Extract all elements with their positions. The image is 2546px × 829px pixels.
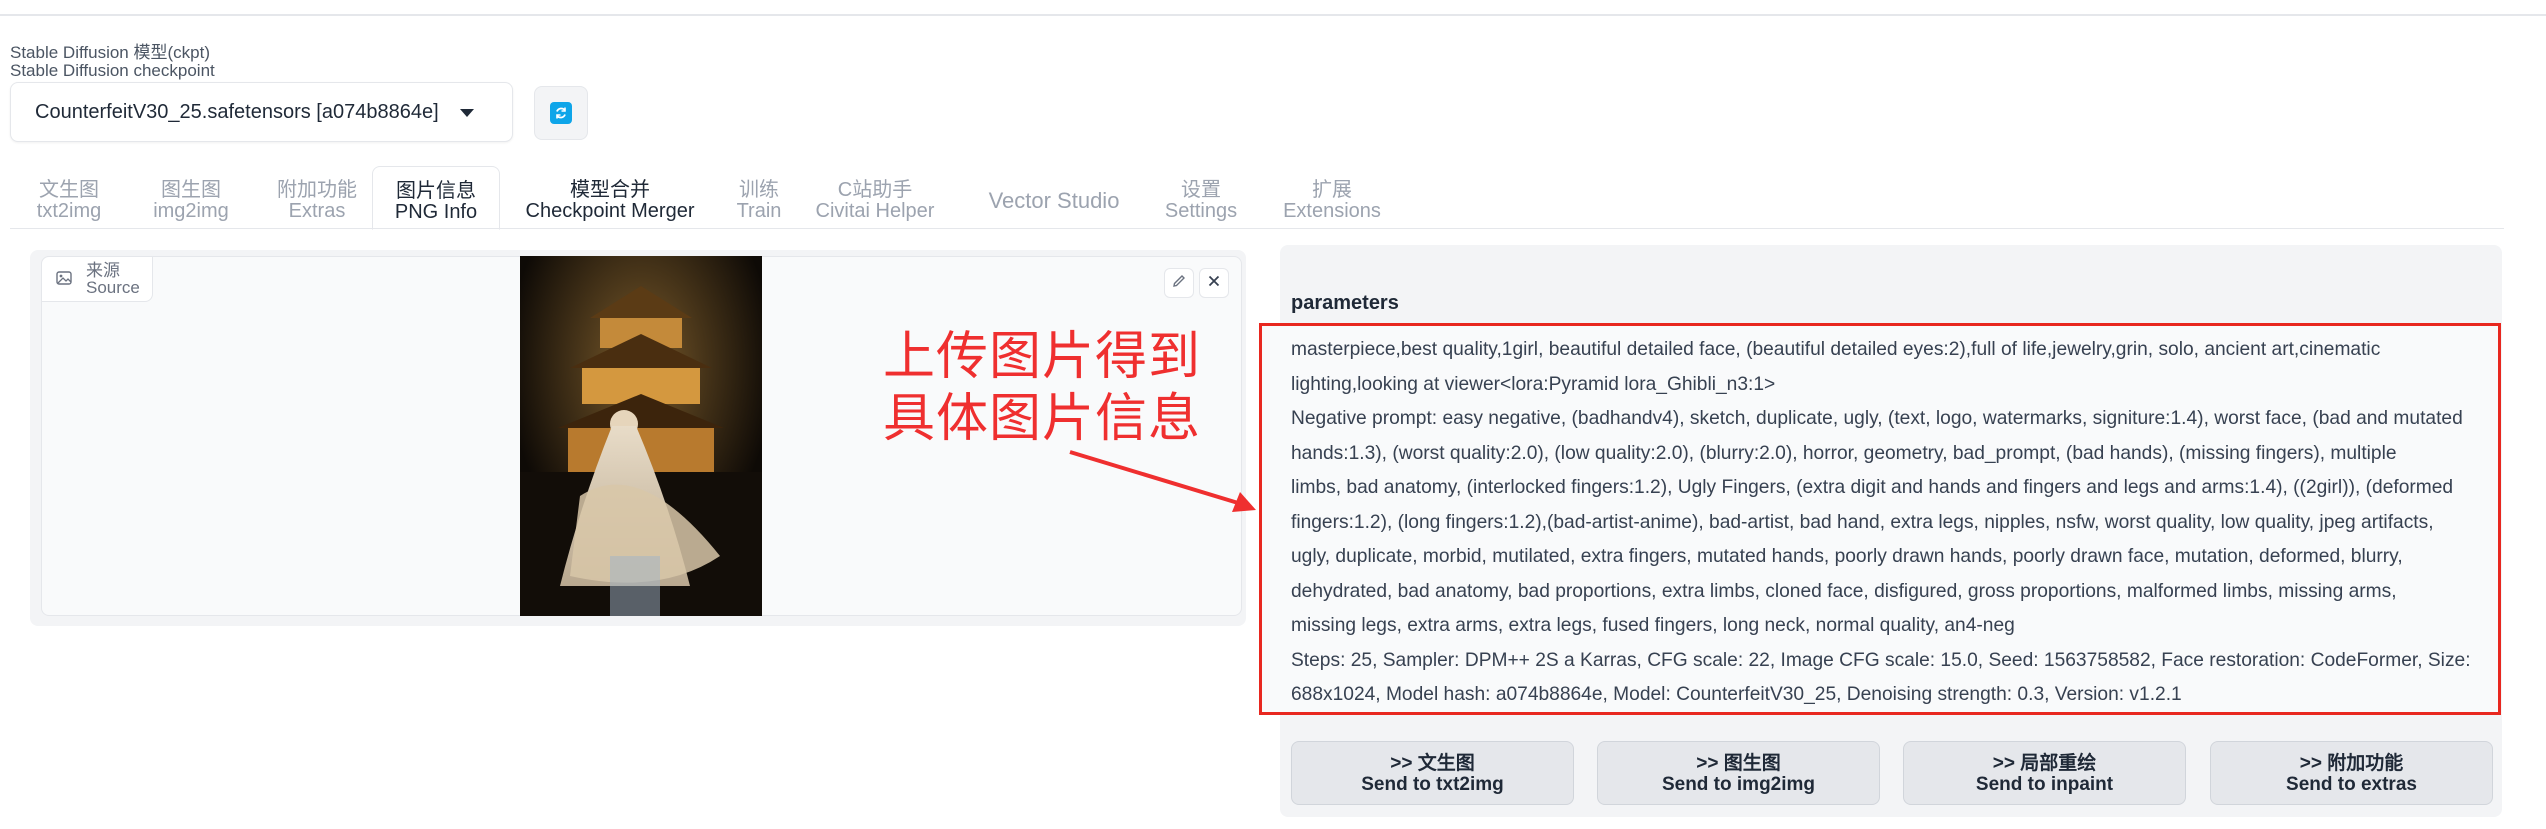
tab-checkpoint-merger[interactable]: 模型合并 Checkpoint Merger	[514, 166, 706, 228]
parameters-line: Steps: 25, Sampler: DPM++ 2S a Karras, C…	[1291, 649, 2471, 671]
chevron-down-icon	[460, 109, 474, 117]
top-divider	[0, 0, 2546, 16]
button-label-zh: >> 文生图	[1390, 753, 1475, 774]
tab-img2img[interactable]: 图生图 img2img	[141, 166, 241, 228]
tabs-divider	[10, 228, 2504, 229]
tab-label-en: Extras	[288, 200, 346, 222]
annotation-line-1: 上传图片得到	[883, 327, 1202, 387]
parameters-line: fingers:1.2), (long fingers:1.2),(bad-ar…	[1291, 511, 2434, 533]
clear-image-button[interactable]	[1199, 268, 1229, 298]
source-zh: 来源	[86, 261, 120, 280]
checkpoint-label-zh: Stable Diffusion 模型(ckpt)	[10, 43, 210, 62]
tab-settings[interactable]: 设置 Settings	[1156, 166, 1246, 228]
tab-label-zh: 设置	[1181, 179, 1221, 201]
tab-label-en: img2img	[153, 200, 229, 222]
parameters-line: 688x1024, Model hash: a074b8864e, Model:…	[1291, 684, 2182, 705]
tab-label: Vector Studio	[988, 188, 1120, 213]
tab-civitai-helper[interactable]: C站助手 Civitai Helper	[810, 166, 940, 228]
parameters-line: dehydrated, bad anatomy, bad proportions…	[1291, 580, 2397, 602]
button-label-zh: >> 图生图	[1696, 753, 1781, 774]
tab-label-zh: 扩展	[1312, 179, 1352, 201]
button-label-zh: >> 附加功能	[2299, 753, 2404, 774]
tab-label-en: Checkpoint Merger	[525, 200, 695, 222]
parameters-line: lighting,looking at viewer<lora:Pyramid …	[1291, 373, 1776, 395]
uploaded-image	[520, 256, 762, 616]
tab-label-zh: 附加功能	[277, 179, 357, 201]
checkpoint-label-en: Stable Diffusion checkpoint	[10, 61, 215, 80]
refresh-icon	[550, 102, 572, 124]
pencil-icon	[1171, 273, 1187, 294]
checkpoint-dropdown[interactable]: CounterfeitV30_25.safetensors [a074b8864…	[10, 82, 513, 142]
checkpoint-label: Stable Diffusion 模型(ckpt) Stable Diffusi…	[10, 44, 215, 80]
checkpoint-selected-value: CounterfeitV30_25.safetensors [a074b8864…	[35, 100, 439, 123]
tab-png-info[interactable]: 图片信息 PNG Info	[372, 166, 500, 230]
parameters-line: hands:1.3), (worst quality:2.0), (low qu…	[1291, 442, 2397, 464]
tab-txt2img[interactable]: 文生图 txt2img	[24, 166, 114, 228]
button-label-en: Send to txt2img	[1361, 774, 1504, 795]
tab-label-zh: 图生图	[161, 179, 221, 201]
button-label-zh: >> 局部重绘	[1992, 753, 2097, 774]
tab-vector-studio[interactable]: Vector Studio	[964, 166, 1144, 228]
tab-train[interactable]: 训练 Train	[724, 166, 794, 228]
send-to-txt2img-button[interactable]: >> 文生图 Send to txt2img	[1291, 741, 1574, 805]
annotation-arrow	[1069, 450, 1256, 512]
parameters-label: parameters	[1291, 292, 1399, 314]
annotation-text: 上传图片得到 具体图片信息	[883, 326, 1201, 450]
parameters-text: masterpiece,best quality,1girl, beautifu…	[1291, 333, 2493, 713]
tab-label-en: Train	[736, 200, 782, 222]
parameters-line: limbs, bad anatomy, (interlocked fingers…	[1291, 477, 2454, 498]
main-tabs: 文生图 txt2img 图生图 img2img 附加功能 Extras 图片信息 PNG…	[10, 166, 2510, 230]
tab-label-en: txt2img	[36, 200, 102, 222]
button-label-en: Send to img2img	[1661, 774, 1816, 795]
parameters-line: Negative prompt: easy negative, (badhand…	[1291, 408, 2463, 429]
button-label-en: Send to inpaint	[1975, 774, 2114, 795]
send-to-img2img-button[interactable]: >> 图生图 Send to img2img	[1597, 741, 1880, 805]
edit-image-button[interactable]	[1164, 268, 1194, 298]
image-icon	[56, 270, 72, 288]
refresh-checkpoint-button[interactable]	[534, 86, 588, 140]
tab-label-en: Settings	[1164, 200, 1238, 222]
tab-label-zh: 文生图	[39, 179, 99, 201]
tab-label-zh: C站助手	[837, 179, 913, 201]
tab-label-zh: 图片信息	[396, 180, 476, 202]
tab-label-en: Civitai Helper	[815, 200, 935, 222]
source-text: 来源 Source	[86, 262, 140, 296]
tab-label-en: PNG Info	[394, 201, 478, 223]
tab-extensions[interactable]: 扩展 Extensions	[1272, 166, 1392, 228]
source-en: Source	[86, 278, 140, 297]
send-to-extras-button[interactable]: >> 附加功能 Send to extras	[2210, 741, 2493, 805]
send-to-inpaint-button[interactable]: >> 局部重绘 Send to inpaint	[1903, 741, 2186, 805]
parameters-line: missing legs, extra arms, extra legs, fu…	[1291, 615, 2015, 636]
parameters-line: ugly, duplicate, morbid, mutilated, extr…	[1291, 546, 2403, 567]
tab-label-zh: 模型合并	[570, 179, 650, 201]
tab-label-en: Extensions	[1283, 200, 1381, 222]
source-label: 来源 Source	[41, 256, 153, 302]
tab-label-zh: 训练	[739, 179, 779, 201]
button-label-en: Send to extras	[2286, 774, 2417, 795]
parameters-line: masterpiece,best quality,1girl, beautifu…	[1291, 339, 2381, 360]
close-icon	[1206, 273, 1222, 294]
tab-extras[interactable]: 附加功能 Extras	[262, 166, 372, 228]
